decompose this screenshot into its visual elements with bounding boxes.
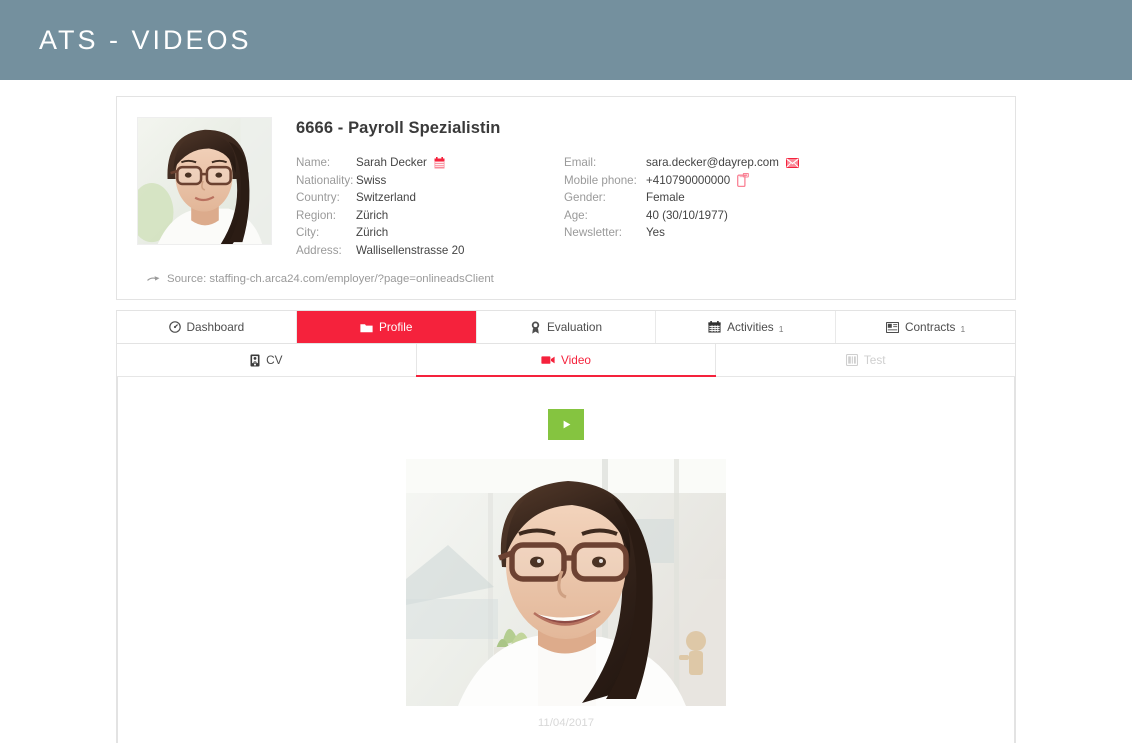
field-label-region: Region: <box>296 208 336 222</box>
contract-icon <box>885 321 899 333</box>
field-newsletter: Newsletter: Yes <box>564 224 864 242</box>
tab-cv-label: CV <box>266 353 283 367</box>
video-pane: 11/04/2017 <box>117 377 1015 743</box>
field-value-newsletter: Yes <box>646 226 665 239</box>
calendar-icon[interactable] <box>434 156 445 169</box>
field-value-nationality: Swiss <box>356 173 387 187</box>
field-value-region: Zürich <box>356 208 389 222</box>
tab-profile[interactable]: Profile <box>296 311 477 343</box>
dashboard-icon <box>168 321 181 333</box>
tab-dashboard[interactable]: Dashboard <box>117 311 297 343</box>
play-icon <box>560 418 573 431</box>
tab-test[interactable]: Test <box>716 344 1016 376</box>
field-label-newsletter: Newsletter: <box>564 226 622 239</box>
field-label-address: Address: <box>296 243 342 257</box>
mobile-phone-icon[interactable] <box>737 173 750 188</box>
field-label-nationality: Nationality: <box>296 173 354 187</box>
field-gender: Gender: Female <box>564 189 864 207</box>
tab-row-primary: Dashboard Profile Evaluation Activities … <box>117 311 1015 344</box>
tab-video-label: Video <box>561 353 591 367</box>
play-button[interactable] <box>548 409 584 440</box>
tab-contracts[interactable]: Contracts 1 <box>836 311 1015 343</box>
field-value-age: 40 (30/10/1977) <box>646 208 728 222</box>
field-label-country: Country: <box>296 191 340 204</box>
tab-row-secondary: CV Video Test <box>117 344 1016 377</box>
candidate-fields-left: Name: Sarah Decker Nationality: Swiss Co… <box>296 154 564 259</box>
field-city: City: Zürich <box>296 224 564 242</box>
field-value-name: Sarah Decker <box>356 156 427 169</box>
tabs-block: Dashboard Profile Evaluation Activities … <box>116 310 1016 743</box>
candidate-details: 6666 - Payroll Spezialistin Name: Sarah … <box>272 117 995 259</box>
tab-cv[interactable]: CV <box>117 344 416 376</box>
field-label-mobile-phone: Mobile phone: <box>564 173 637 187</box>
tab-activities-label: Activities <box>727 320 774 334</box>
candidate-card-inner: 6666 - Payroll Spezialistin Name: Sarah … <box>137 117 995 259</box>
field-label-gender: Gender: <box>564 191 606 204</box>
tab-activities-count: 1 <box>778 324 784 334</box>
app-header: ATS - VIDEOS <box>0 0 1132 80</box>
source-text: Source: staffing-ch.arca24.com/employer/… <box>167 273 494 285</box>
tab-contracts-label: Contracts <box>904 320 956 334</box>
field-value-city: Zürich <box>356 226 389 239</box>
video-thumbnail[interactable] <box>406 459 726 706</box>
test-icon <box>845 354 858 366</box>
field-email: Email: sara.decker@dayrep.com <box>564 154 864 172</box>
tab-test-label: Test <box>863 353 886 367</box>
tab-profile-label: Profile <box>378 320 413 334</box>
field-value-country: Switzerland <box>356 191 416 204</box>
candidate-fields: Name: Sarah Decker Nationality: Swiss Co… <box>296 154 995 259</box>
video-date: 11/04/2017 <box>537 717 595 729</box>
award-icon <box>530 321 541 334</box>
page-body: 6666 - Payroll Spezialistin Name: Sarah … <box>0 80 1132 743</box>
folder-icon <box>360 322 373 333</box>
field-country: Country: Switzerland <box>296 189 564 207</box>
video-camera-icon <box>541 355 555 365</box>
field-mobile-phone: Mobile phone: +410790000000 <box>564 172 864 190</box>
arrow-right-icon <box>147 275 160 284</box>
field-label-city: City: <box>296 226 320 239</box>
field-value-mobile-phone: +410790000000 <box>646 173 731 187</box>
source-row[interactable]: Source: staffing-ch.arca24.com/employer/… <box>137 273 995 285</box>
field-label-name: Name: <box>296 156 331 169</box>
tab-video[interactable]: Video <box>415 344 717 377</box>
field-value-address: Wallisellenstrasse 20 <box>356 243 465 257</box>
avatar[interactable] <box>137 117 272 245</box>
candidate-title: 6666 - Payroll Spezialistin <box>296 119 501 137</box>
field-address: Address: Wallisellenstrasse 20 <box>296 242 564 260</box>
field-name: Name: Sarah Decker <box>296 154 564 172</box>
cv-document-icon <box>250 354 260 367</box>
field-value-email: sara.decker@dayrep.com <box>646 156 779 169</box>
tab-evaluation-label: Evaluation <box>546 320 603 334</box>
calendar-icon <box>708 321 721 333</box>
tab-dashboard-label: Dashboard <box>186 320 245 334</box>
field-label-age: Age: <box>564 208 588 222</box>
field-value-gender: Female <box>646 191 685 204</box>
tab-activities[interactable]: Activities 1 <box>656 311 837 343</box>
page-title: ATS - VIDEOS <box>39 24 252 55</box>
tab-contracts-count: 1 <box>960 324 966 334</box>
candidate-fields-right: Email: sara.decker@dayrep.com Mobile pho… <box>564 154 864 259</box>
tab-evaluation[interactable]: Evaluation <box>476 311 657 343</box>
field-region: Region: Zürich <box>296 207 564 225</box>
field-nationality: Nationality: Swiss <box>296 172 564 190</box>
envelope-icon[interactable] <box>785 157 799 168</box>
field-age: Age: 40 (30/10/1977) <box>564 207 864 225</box>
field-label-email: Email: <box>564 156 597 169</box>
candidate-card: 6666 - Payroll Spezialistin Name: Sarah … <box>116 96 1016 300</box>
